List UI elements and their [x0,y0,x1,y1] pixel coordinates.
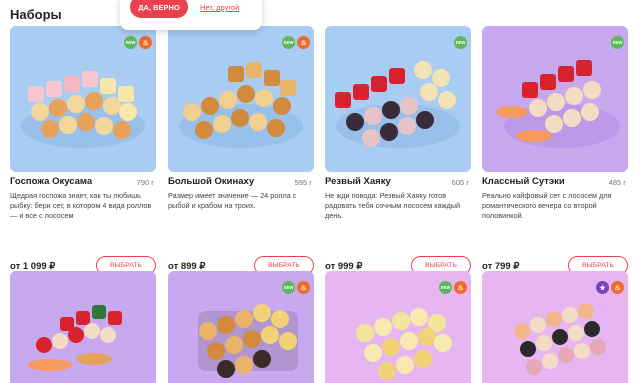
new-badge-icon: new [611,36,624,49]
sushi-set-image [28,305,122,371]
product-image[interactable]: ★ ♨ [482,271,628,383]
confirm-city-button[interactable]: ДА, ВЕРНО [130,0,188,18]
product-image[interactable]: new ♨ [10,26,156,172]
new-badge-icon: new [454,36,467,49]
product-weight: 605 г [451,178,469,187]
fire-icon: ♨ [297,36,310,49]
product-image[interactable]: new ♨ [168,271,314,383]
product-description: Щедрая госпожа знает, как ты любишь рыбк… [10,191,152,220]
city-confirm-popup: ДА, ВЕРНО Нет, другой [120,0,262,30]
product-image[interactable]: new ♨ [325,271,471,383]
product-badges: new ♨ [282,281,310,294]
product-weight: 485 г [608,178,626,187]
product-image[interactable]: new [325,26,471,172]
sushi-set-image [335,61,460,148]
product-description: Не жди повода: Резвый Хаяку готов радова… [325,191,461,220]
product-name[interactable]: Госпожа Окусама [10,176,92,187]
product-image[interactable]: new ♨ [168,26,314,172]
product-name[interactable]: Большой Окинаху [168,176,254,187]
fire-icon: ♨ [139,36,152,49]
star-icon: ★ [596,281,609,294]
product-description: Размер имеет значение — 24 ролла с рыбой… [168,191,297,210]
product-badges: new ♨ [124,36,152,49]
fire-icon: ♨ [297,281,310,294]
page-title: Наборы [10,7,62,22]
product-image[interactable]: new [482,26,628,172]
product-image[interactable] [10,271,156,383]
product-name[interactable]: Классный Сутэки [482,176,565,187]
product-description: Реально кайфовый сет с лососем для роман… [482,191,612,220]
product-weight: 595 г [294,178,312,187]
fire-icon: ♨ [454,281,467,294]
new-badge-icon: new [439,281,452,294]
product-badges: new ♨ [439,281,467,294]
product-badges: new [611,36,624,49]
change-city-link[interactable]: Нет, другой [200,3,239,12]
new-badge-icon: new [124,36,137,49]
product-badges: new [454,36,467,49]
sushi-set-image [496,60,620,148]
product-name[interactable]: Резвый Хаяку [325,176,391,187]
product-badges: new ♨ [282,36,310,49]
new-badge-icon: new [282,281,295,294]
new-badge-icon: new [282,36,295,49]
fire-icon: ♨ [611,281,624,294]
product-badges: ★ ♨ [596,281,624,294]
product-weight: 790 г [136,178,154,187]
